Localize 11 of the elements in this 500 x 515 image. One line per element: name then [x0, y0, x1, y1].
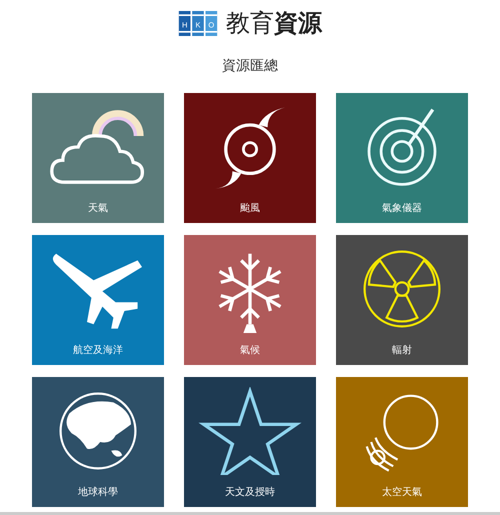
resource-tile[interactable]: 天氣: [32, 93, 164, 223]
resource-tile[interactable]: 氣象儀器: [336, 93, 468, 223]
resource-tile[interactable]: 氣候: [184, 235, 316, 365]
resource-tile[interactable]: 天文及授時: [184, 377, 316, 507]
section-heading: 資源匯總: [222, 57, 278, 75]
resource-tile[interactable]: 輻射: [336, 235, 468, 365]
resource-tile[interactable]: 太空天氣: [336, 377, 468, 507]
resource-tile[interactable]: 航空及海洋: [32, 235, 164, 365]
resource-tile[interactable]: 地球科學: [32, 377, 164, 507]
resource-tile[interactable]: 颱風: [184, 93, 316, 223]
page-title: 教育資源: [226, 9, 322, 37]
